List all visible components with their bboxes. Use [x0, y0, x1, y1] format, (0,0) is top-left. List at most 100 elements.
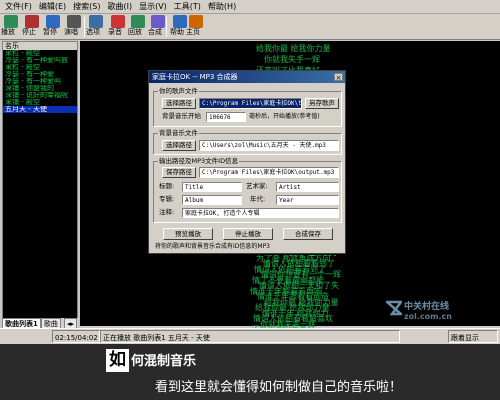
output-group: 输出路径及MP3文件ID信息 保存路径 C:\Program Files\家庭卡… — [153, 157, 342, 223]
menu-item-3[interactable]: 歌曲(I) — [102, 0, 134, 13]
bg-path-field[interactable]: C:\Users\zol\Music\五月天 - 天使.mp3 — [199, 140, 339, 151]
help-icon — [173, 15, 187, 28]
menu-item-6[interactable]: 帮助(H) — [203, 0, 238, 13]
dialog-title: 家庭卡拉OK -- MP3 合成器 — [152, 73, 238, 81]
menu-item-5[interactable]: 工具(T) — [169, 0, 203, 13]
toolbar-label: 演唱 — [64, 28, 78, 36]
toolbar-label: 合成 — [148, 28, 162, 36]
caption-title: 何混制音乐 — [131, 354, 197, 369]
playlist-item[interactable]: 冷瑟 - 有一种爱 — [3, 71, 77, 78]
toolbar-button-6[interactable]: 回放 — [128, 15, 148, 39]
stop-button[interactable]: 停止播放 — [223, 228, 273, 240]
options-icon — [89, 15, 103, 28]
bg-path-button[interactable]: 选择路径 — [162, 140, 196, 151]
tab-playlist-2[interactable]: 歌曲 — [40, 318, 61, 328]
toolbar-label: 选项 — [86, 28, 100, 36]
toolbar-button-9[interactable]: 主页 — [186, 15, 206, 39]
record-icon — [111, 15, 125, 28]
year-label: 年代: — [250, 195, 266, 203]
playlist-tabs: 歌曲列表1 歌曲 ◂▸ — [2, 318, 78, 328]
dialog-titlebar: 家庭卡拉OK -- MP3 合成器 × — [149, 71, 345, 83]
playlist-item[interactable]: 采粒 - 殿空 — [3, 64, 77, 71]
toolbar-separator — [166, 17, 167, 37]
note-label: 注释: — [159, 208, 175, 216]
vocal-path-field[interactable]: C:\Program Files\家庭卡拉OK\temp.wav — [199, 98, 302, 109]
toolbar-button-2[interactable]: 暂停 — [43, 15, 63, 39]
save-vocal-button[interactable]: 另存歌声 — [305, 98, 339, 109]
playlist-item[interactable]: 五月天 - 天使 — [3, 106, 77, 113]
close-icon[interactable]: × — [334, 73, 343, 82]
output-group-title: 输出路径及MP3文件ID信息 — [158, 157, 240, 165]
album-label: 专辑: — [159, 195, 175, 203]
caption-subtitle: 看到这里就会懂得如何制做自己的音乐啦！ — [155, 380, 403, 395]
output-path-button[interactable]: 保存路径 — [162, 167, 196, 178]
lyric-line: 你就我失手一辉 — [264, 55, 320, 64]
playlist-item[interactable]: 深铺 - 你是我的 — [3, 85, 77, 92]
toolbar-separator — [84, 17, 85, 37]
menu-item-2[interactable]: 搜索(S) — [68, 0, 102, 13]
watermark: 中关村在线 zol.com.cn — [404, 299, 452, 321]
toolbar-label: 回放 — [128, 28, 142, 36]
toolbar-button-7[interactable]: 合成 — [148, 15, 168, 39]
playlist-item[interactable]: 采铺 - 殿空 — [3, 99, 77, 106]
zol-logo-icon — [386, 300, 402, 316]
playlist-item[interactable]: 冷瑟 - 有一种爱叫放 — [3, 57, 77, 64]
stop-icon — [25, 15, 39, 28]
caption-first-char: 如 — [106, 349, 129, 372]
status-bar: 02:15/04:02 正在播放 歌曲列表1 五月天 - 天使 跟着显示 — [0, 328, 500, 344]
artist-label: 艺术家: — [246, 182, 268, 190]
toolbar: 播放 停止 暂停 演唱 选项 录音 回放 合成 帮助 主页 — [0, 14, 500, 40]
menu-bar: 文件(F) 编辑(E) 搜索(S) 歌曲(I) 显示(V) 工具(T) 帮助(H) — [0, 0, 500, 14]
year-field[interactable]: Year — [276, 195, 339, 205]
lyric-line: 给我你最 给我你力量 — [256, 44, 331, 53]
toolbar-label: 播放 — [1, 28, 15, 36]
menu-item-4[interactable]: 显示(V) — [134, 0, 169, 13]
toolbar-button-1[interactable]: 停止 — [22, 15, 42, 39]
status-song: 正在播放 歌曲列表1 五月天 - 天使 — [100, 330, 400, 343]
watermark-main: 中关村在线 — [404, 302, 450, 312]
dialog-footer-text: 将你的歌声和背景音乐合成有ID信息的MP3 — [155, 243, 271, 250]
toolbar-label: 录音 — [108, 28, 122, 36]
vocal-path-button[interactable]: 选择路径 — [162, 98, 196, 109]
toolbar-button-3[interactable]: 演唱 — [64, 15, 84, 39]
playlist-panel: 名乐 采粒 - 殿空 冷瑟 - 有一种爱叫放 采粒 - 殿空 冷瑟 - 有一种爱 冷瑟 … — [2, 41, 78, 326]
toolbar-button-4[interactable]: 选项 — [86, 15, 106, 39]
bg-start-hint: 毫秒后，开始播放(参考值) — [249, 113, 320, 120]
bg-group-title: 背景音乐文件 — [158, 129, 199, 137]
karaoke-app-window: 文件(F) 编辑(E) 搜索(S) 歌曲(I) 显示(V) 工具(T) 帮助(H) 播放 停止… — [0, 0, 500, 344]
toolbar-label: 帮助 — [170, 28, 184, 36]
bg-music-group: 背景音乐文件 选择路径 C:\Users\zol\Music\五月天 - 天使.… — [153, 129, 342, 155]
bg-start-label: 背景音乐开始 — [162, 112, 201, 120]
watermark-sub: zol.com.cn — [404, 312, 452, 321]
pause-icon — [46, 15, 60, 28]
microphone-icon — [67, 15, 81, 28]
toolbar-button-0[interactable]: 播放 — [1, 15, 21, 39]
home-icon — [189, 15, 203, 28]
vocal-group-title: 你的歌声文件 — [158, 87, 199, 95]
play-icon — [4, 15, 18, 28]
mix-save-button[interactable]: 合成保存 — [283, 228, 333, 240]
preview-button[interactable]: 预览播放 — [163, 228, 213, 240]
title-label: 标题: — [159, 182, 175, 190]
playlist-item[interactable]: 冷瑟 - 有一种爱叫 — [3, 78, 77, 85]
tab-scroll-arrows-icon[interactable]: ◂▸ — [63, 318, 77, 328]
note-field[interactable]: 家庭卡拉OK, 打造个人专辑 — [182, 208, 339, 218]
status-time: 02:15/04:02 — [52, 330, 100, 343]
mp3-mixer-dialog: 家庭卡拉OK -- MP3 合成器 × 你的歌声文件 选择路径 C:\Progr… — [148, 70, 346, 254]
mix-icon — [151, 15, 165, 28]
menu-item-1[interactable]: 编辑(E) — [34, 0, 68, 13]
replay-icon — [131, 15, 145, 28]
toolbar-label: 停止 — [22, 28, 36, 36]
menu-item-0[interactable]: 文件(F) — [0, 0, 34, 13]
playlist-item[interactable]: 采粒 - 殿空 — [3, 50, 77, 57]
bg-start-field[interactable]: 106676 — [206, 112, 246, 122]
toolbar-label: 主页 — [186, 28, 200, 36]
artist-field[interactable]: Artist — [276, 182, 339, 192]
output-path-field[interactable]: C:\Program Files\家庭卡拉OK\output.mp3 — [199, 167, 339, 178]
title-field[interactable]: Title — [182, 182, 242, 192]
toolbar-button-5[interactable]: 录音 — [108, 15, 128, 39]
album-field[interactable]: Album — [182, 195, 242, 205]
toolbar-label: 暂停 — [43, 28, 57, 36]
tab-playlist-1[interactable]: 歌曲列表1 — [2, 318, 41, 328]
playlist-item[interactable]: 深铺 - 说好的幸福呢 — [3, 92, 77, 99]
